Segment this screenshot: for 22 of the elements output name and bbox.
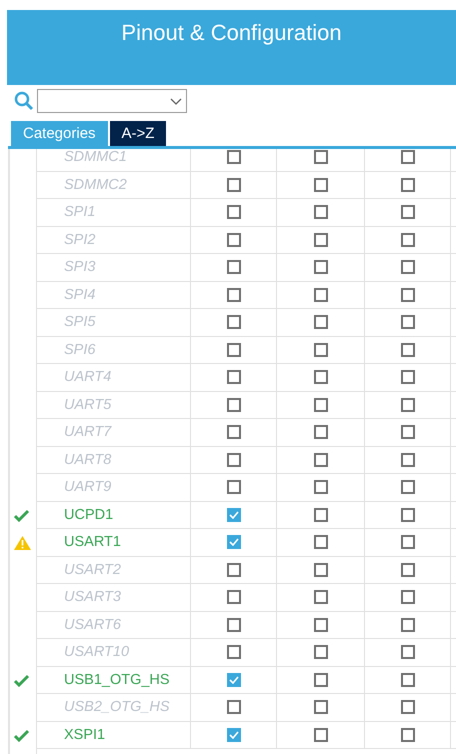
- checkbox[interactable]: [314, 508, 328, 522]
- checkbox[interactable]: [226, 672, 240, 687]
- search-combo-box[interactable]: [37, 89, 187, 113]
- tab[interactable]: Categories: [11, 121, 108, 146]
- checkbox[interactable]: [314, 728, 328, 742]
- peripheral-name[interactable]: UCPD1: [37, 502, 191, 528]
- checkbox[interactable]: [226, 508, 240, 522]
- checkbox[interactable]: [314, 535, 328, 550]
- checkbox[interactable]: [400, 728, 414, 742]
- checkbox[interactable]: [226, 728, 240, 742]
- checkbox[interactable]: [400, 535, 414, 550]
- peripheral-name[interactable]: USART1: [37, 529, 191, 556]
- peripheral-name[interactable]: USB1_OTG_HS: [37, 666, 191, 693]
- checkbox[interactable]: [400, 672, 414, 687]
- page-title: Pinout & Configuration: [121, 20, 342, 46]
- checkbox[interactable]: [400, 508, 414, 522]
- checkbox[interactable]: [314, 672, 328, 687]
- peripheral-name[interactable]: XSPI1: [37, 722, 191, 748]
- search-icon: [14, 91, 34, 111]
- checkbox[interactable]: [226, 535, 240, 550]
- tab[interactable]: A->Z: [110, 121, 166, 146]
- chevron-down-icon: [170, 98, 182, 104]
